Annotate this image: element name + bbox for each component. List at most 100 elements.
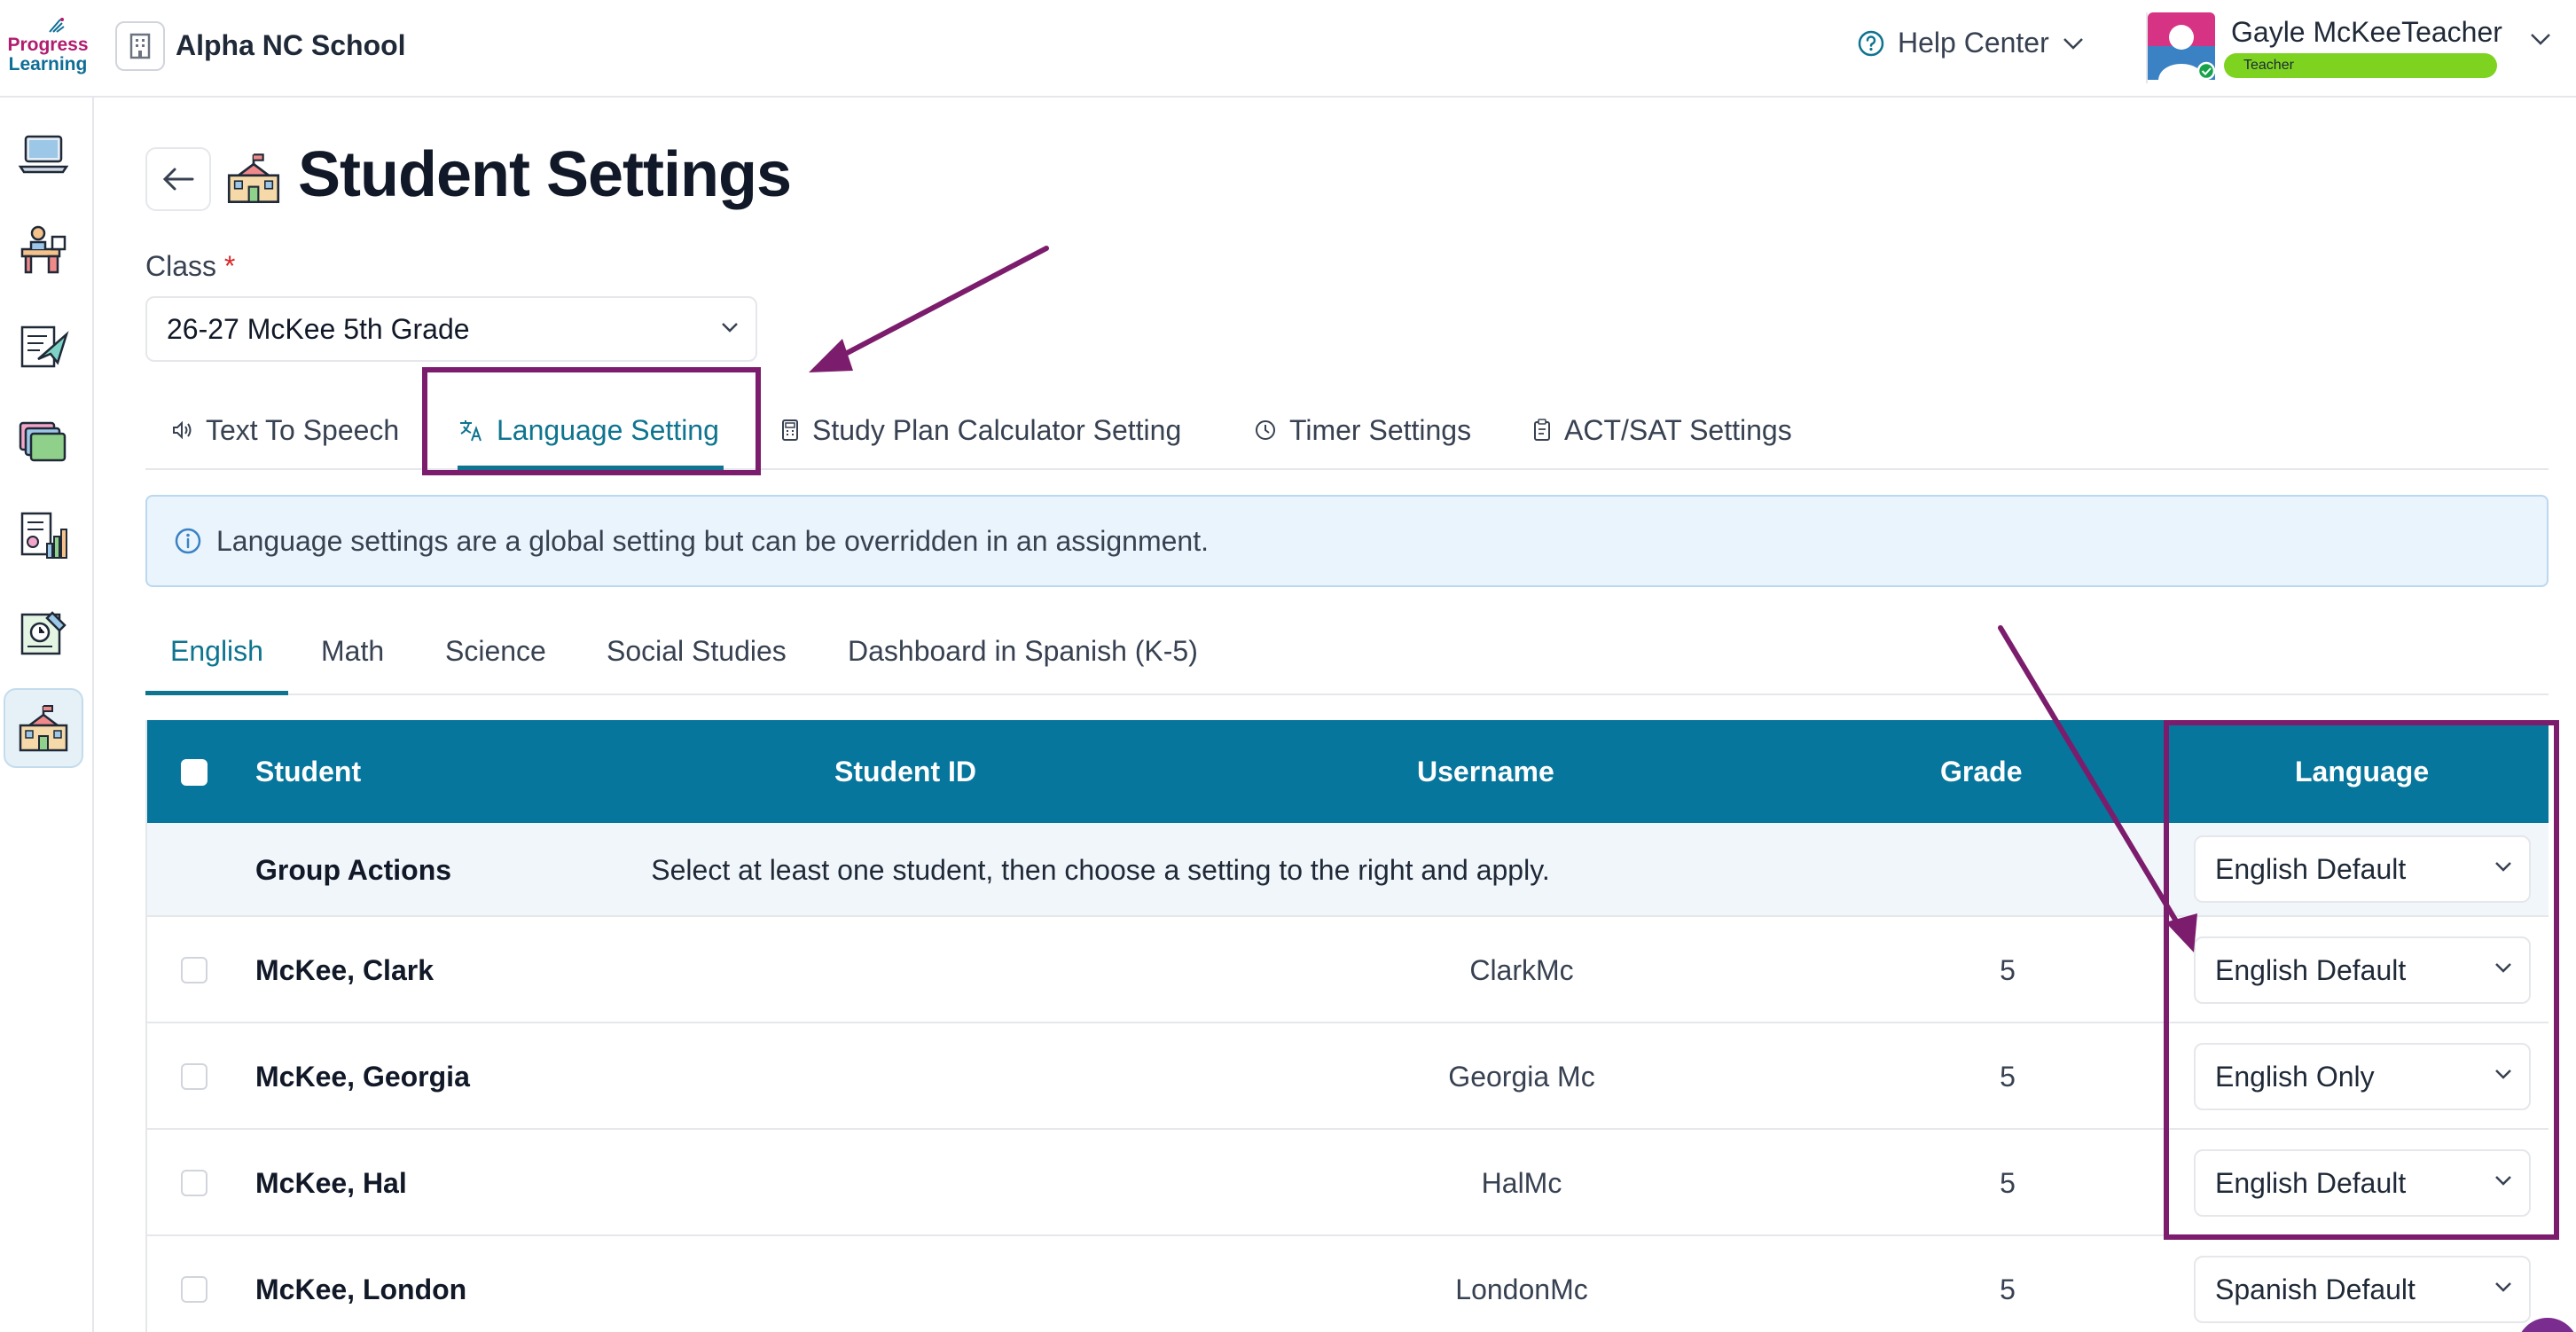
clipboard-icon <box>1534 419 1550 441</box>
username: ClarkMc <box>1469 954 1574 986</box>
table-header: Student Student ID Username Grade Langua… <box>147 720 2549 823</box>
sidebar-item-school[interactable] <box>4 688 83 768</box>
student-language-table: Student Student ID Username Grade Langua… <box>145 720 2549 1332</box>
clock-icon <box>1256 420 1275 440</box>
row-checkbox[interactable] <box>181 957 207 983</box>
page-title: Student Settings <box>298 139 792 210</box>
class-label: Class * <box>145 250 235 283</box>
group-language-select[interactable]: English Default <box>2194 835 2531 903</box>
grade: 5 <box>2000 1061 2016 1093</box>
grade: 5 <box>2000 1167 2016 1199</box>
logo-text-line1: Progress <box>7 35 89 55</box>
chevron-down-icon <box>2495 1282 2511 1292</box>
class-select[interactable]: 26-27 McKee 5th Grade <box>145 296 757 362</box>
select-value: English Default <box>2215 1167 2407 1199</box>
top-bar: Progress Learning Alpha NC School Help C… <box>0 0 2576 98</box>
column-header-student[interactable]: Student <box>255 720 361 823</box>
back-button[interactable] <box>145 147 211 211</box>
logo-text-line2: Learning <box>8 54 88 74</box>
select-value: Spanish Default <box>2215 1273 2415 1305</box>
sidebar-item-folders[interactable] <box>4 401 83 481</box>
reports-icon <box>20 512 67 559</box>
arrowhead <box>809 339 853 372</box>
sidebar-item-laptop[interactable] <box>4 114 83 193</box>
tab-social-studies[interactable]: Social Studies <box>607 615 787 695</box>
column-header-grade[interactable]: Grade <box>1940 720 2022 823</box>
select-value: English Default <box>2215 954 2407 986</box>
table-row: McKee, Hal HalMc 5 English Default <box>147 1130 2549 1236</box>
group-actions-label: Group Actions <box>255 854 452 886</box>
class-label-text: Class <box>145 250 217 282</box>
student-name: McKee, Hal <box>255 1167 407 1199</box>
chevron-down-icon <box>2495 862 2511 872</box>
tab-label: Text To Speech <box>206 413 400 446</box>
row-checkbox[interactable] <box>181 1063 207 1090</box>
progress-learning-logo[interactable]: Progress Learning <box>5 16 90 78</box>
chevron-down-icon <box>2063 37 2083 50</box>
translate-icon <box>460 420 482 442</box>
language-select[interactable]: English Default <box>2194 936 2531 1004</box>
school-name[interactable]: Alpha NC School <box>176 29 406 62</box>
school-icon <box>19 705 68 752</box>
tab-english[interactable]: English <box>145 615 288 695</box>
student-name: McKee, Georgia <box>255 1061 470 1093</box>
row-checkbox[interactable] <box>181 1276 207 1303</box>
group-actions-message: Select at least one student, then choose… <box>651 854 1550 886</box>
sidebar-item-reports[interactable] <box>4 497 83 576</box>
teacher-desk-icon <box>20 225 67 274</box>
grade: 5 <box>2000 1273 2016 1305</box>
info-message: Language settings are a global setting b… <box>216 524 1209 557</box>
sidebar-item-teacher-desk[interactable] <box>4 209 83 289</box>
tab-text-to-speech[interactable]: Text To Speech <box>170 390 399 470</box>
lesson-planner-icon <box>20 611 67 655</box>
student-name: McKee, London <box>255 1273 467 1305</box>
logo-mark-icon <box>49 18 65 33</box>
tab-act-sat-settings[interactable]: ACT/SAT Settings <box>1532 390 1792 470</box>
assignment-icon <box>20 325 69 368</box>
table-row: McKee, Clark ClarkMc 5 English Default <box>147 917 2549 1023</box>
select-all-checkbox[interactable] <box>181 759 207 786</box>
tab-science[interactable]: Science <box>445 615 546 695</box>
chevron-down-icon <box>722 323 738 333</box>
row-checkbox[interactable] <box>181 1170 207 1196</box>
select-value: English Default <box>2215 853 2407 885</box>
tab-timer-settings[interactable]: Timer Settings <box>1254 390 1471 470</box>
table-row: McKee, London LondonMc 5 Spanish Default <box>147 1236 2549 1332</box>
grade: 5 <box>2000 954 2016 986</box>
school-icon <box>227 153 280 203</box>
arrow-to-language-tab <box>831 246 1049 363</box>
column-header-username[interactable]: Username <box>1417 720 1554 823</box>
column-header-language[interactable]: Language <box>2295 720 2429 823</box>
username: Georgia Mc <box>1448 1061 1595 1093</box>
help-center-menu[interactable]: Help Center <box>1857 27 2085 59</box>
language-select[interactable]: English Only <box>2194 1043 2531 1110</box>
sidebar-item-assignments[interactable] <box>4 305 83 385</box>
help-center-label: Help Center <box>1898 27 2049 59</box>
tab-label: Study Plan Calculator Setting <box>812 413 1182 446</box>
avatar[interactable] <box>2148 12 2216 81</box>
select-value: English Only <box>2215 1061 2375 1093</box>
chevron-down-icon <box>2495 963 2511 973</box>
username: LondonMc <box>1455 1273 1588 1305</box>
role-badge: Teacher <box>2224 53 2497 78</box>
student-name: McKee, Clark <box>255 954 434 986</box>
user-name[interactable]: Gayle McKeeTeacher <box>2231 16 2502 49</box>
class-select-value: 26-27 McKee 5th Grade <box>167 313 470 345</box>
tab-math[interactable]: Math <box>321 615 384 695</box>
user-menu-chevron-icon[interactable] <box>2529 32 2552 46</box>
building-icon[interactable] <box>115 21 165 71</box>
language-select[interactable]: English Default <box>2194 1149 2531 1217</box>
language-select[interactable]: Spanish Default <box>2194 1256 2531 1323</box>
tab-label: Language Setting <box>497 413 719 446</box>
info-icon <box>175 528 201 554</box>
tab-study-plan-calculator[interactable]: Study Plan Calculator Setting <box>780 390 1181 470</box>
group-actions-row: Group Actions Select at least one studen… <box>147 823 2549 917</box>
sidebar-item-lesson-planner[interactable] <box>4 592 83 672</box>
required-mark: * <box>223 250 236 282</box>
subject-tabs: English Math Science Social Studies Dash… <box>145 615 2549 695</box>
column-header-student-id[interactable]: Student ID <box>834 720 976 823</box>
laptop-icon <box>18 135 69 174</box>
tab-language-setting[interactable]: Language Setting <box>458 390 724 470</box>
tab-dashboard-spanish[interactable]: Dashboard in Spanish (K-5) <box>848 615 1198 695</box>
chevron-down-icon <box>2495 1176 2511 1186</box>
